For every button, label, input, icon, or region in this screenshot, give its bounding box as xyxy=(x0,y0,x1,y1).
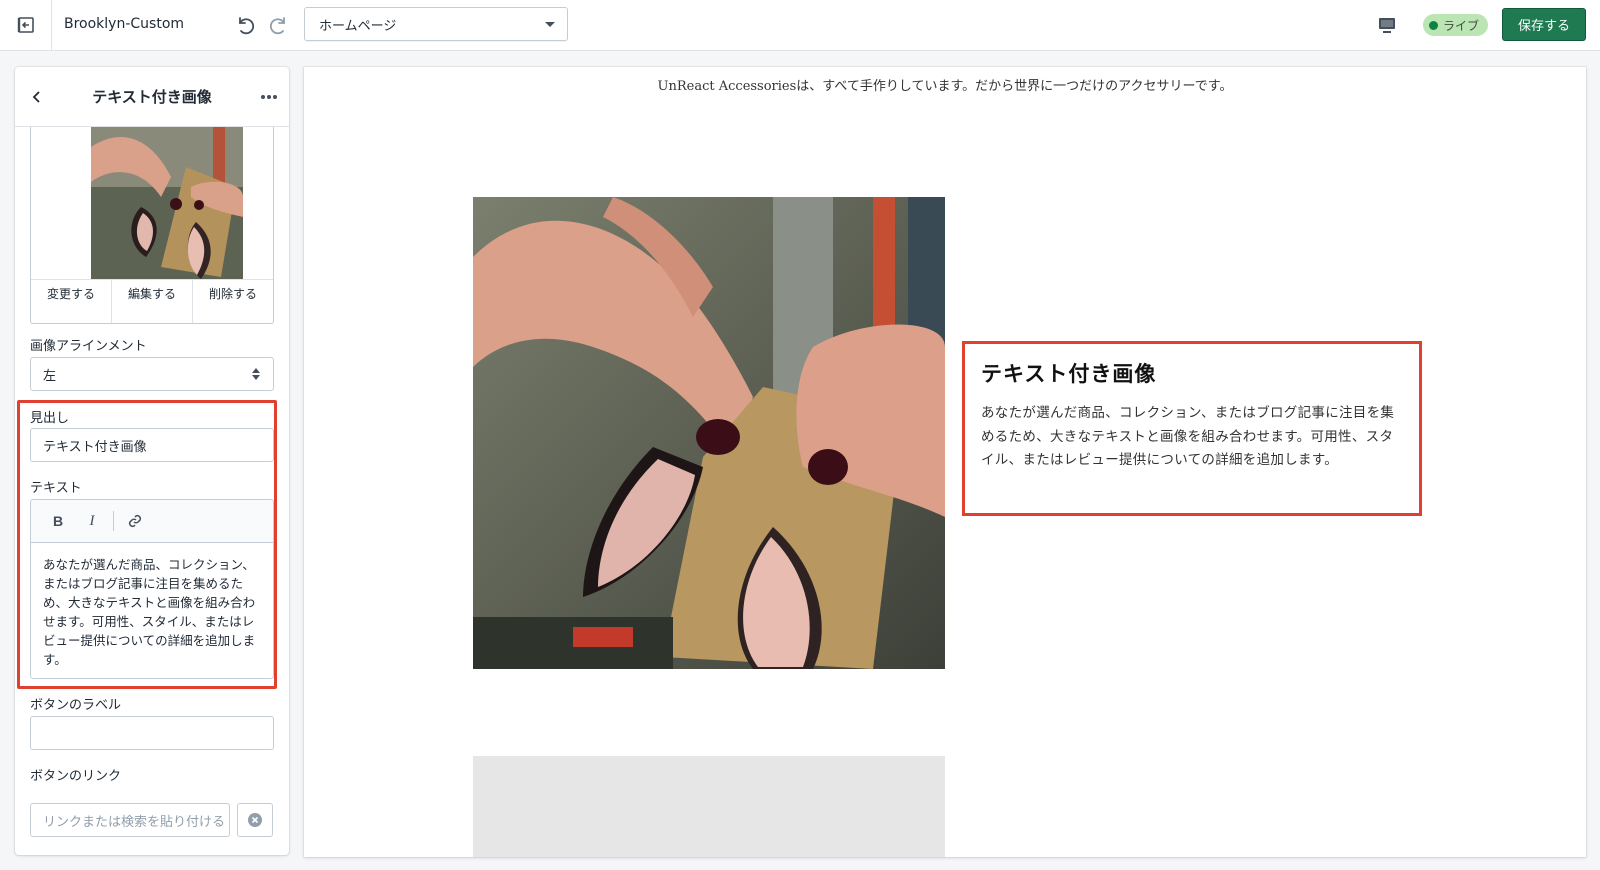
clear-icon xyxy=(248,813,262,827)
exit-editor-button[interactable] xyxy=(0,0,52,50)
section-heading: テキスト付き画像 xyxy=(981,362,1157,386)
more-icon xyxy=(261,95,277,99)
more-options-button[interactable] xyxy=(257,85,281,109)
button-link-input[interactable]: リンクまたは検索を貼り付ける xyxy=(30,803,230,837)
section-title: テキスト付き画像 xyxy=(92,88,212,106)
save-button[interactable]: 保存する xyxy=(1502,8,1586,41)
live-dot-icon xyxy=(1429,20,1438,30)
alignment-value: 左 xyxy=(43,368,57,384)
button-label-input[interactable] xyxy=(30,716,274,750)
button-label-label: ボタンのラベル xyxy=(30,698,122,713)
theme-name: Brooklyn-Custom xyxy=(64,16,185,32)
change-image-button[interactable]: 変更する xyxy=(31,280,112,323)
sidebar-header: テキスト付き画像 xyxy=(15,67,289,127)
settings-sidebar: テキスト付き画像 変更する 編集する 削除する 画像アラインメント 左 見出し … xyxy=(15,67,289,855)
exit-icon xyxy=(17,17,34,33)
heading-value: テキスト付き画像 xyxy=(43,439,147,455)
image-picker: 変更する 編集する 削除する xyxy=(30,127,274,324)
edit-image-button[interactable]: 編集する xyxy=(112,280,193,323)
announcement-bar: UnReact Accessoriesは、すべて手作りしています。だから世界に一… xyxy=(657,79,1233,94)
image-actions: 変更する 編集する 削除する xyxy=(31,279,273,323)
link-icon xyxy=(128,514,142,528)
clear-link-button[interactable] xyxy=(237,803,273,837)
toolbar-divider xyxy=(113,511,114,531)
heading-input[interactable]: テキスト付き画像 xyxy=(30,428,274,462)
rte-toolbar: B I xyxy=(31,500,273,543)
link-button[interactable] xyxy=(120,507,150,535)
image-with-text-block[interactable]: テキスト付き画像 あなたが選んだ商品、コレクション、またはブログ記事に注目を集め… xyxy=(962,341,1422,516)
redo-button[interactable] xyxy=(266,12,292,38)
alignment-select[interactable]: 左 xyxy=(30,357,274,391)
heading-label: 見出し xyxy=(30,411,70,426)
page-select[interactable]: ホームページ xyxy=(304,7,568,41)
bold-icon: B xyxy=(52,513,64,529)
italic-icon: I xyxy=(89,512,95,529)
undo-icon xyxy=(239,17,255,35)
live-label: ライブ xyxy=(1443,18,1480,33)
delete-image-button[interactable]: 削除する xyxy=(193,280,273,323)
alignment-label: 画像アラインメント xyxy=(30,339,147,354)
top-bar: Brooklyn-Custom ホームページ ライブ 保存する xyxy=(0,0,1600,51)
redo-icon xyxy=(269,17,285,35)
section-image[interactable] xyxy=(473,197,945,669)
select-arrows-icon xyxy=(252,368,260,380)
chevron-down-icon xyxy=(545,22,555,27)
section-text: あなたが選んだ商品、コレクション、またはブログ記事に注目を集めるため、大きなテキ… xyxy=(981,405,1395,468)
italic-button[interactable]: I xyxy=(77,507,107,535)
text-label: テキスト xyxy=(30,481,82,496)
next-section-placeholder xyxy=(473,756,945,857)
button-link-placeholder: リンクまたは検索を貼り付ける xyxy=(43,814,226,830)
undo-button[interactable] xyxy=(232,12,258,38)
bold-button[interactable]: B xyxy=(43,507,73,535)
rte-content[interactable]: あなたが選んだ商品、コレクション、またはブログ記事に注目を集めるため、大きなテキ… xyxy=(31,543,273,681)
device-preview-button[interactable] xyxy=(1374,12,1400,38)
theme-preview: UnReact Accessoriesは、すべて手作りしています。だから世界に一… xyxy=(304,67,1586,857)
page-select-value: ホームページ xyxy=(319,18,397,34)
image-thumbnail xyxy=(91,127,243,279)
desktop-icon xyxy=(1379,18,1395,33)
live-status-badge: ライブ xyxy=(1423,14,1489,36)
button-link-label: ボタンのリンク xyxy=(30,769,122,784)
rich-text-editor: B I あなたが選んだ商品、コレクション、またはブログ記事に注目を集めるため、大… xyxy=(30,499,274,679)
